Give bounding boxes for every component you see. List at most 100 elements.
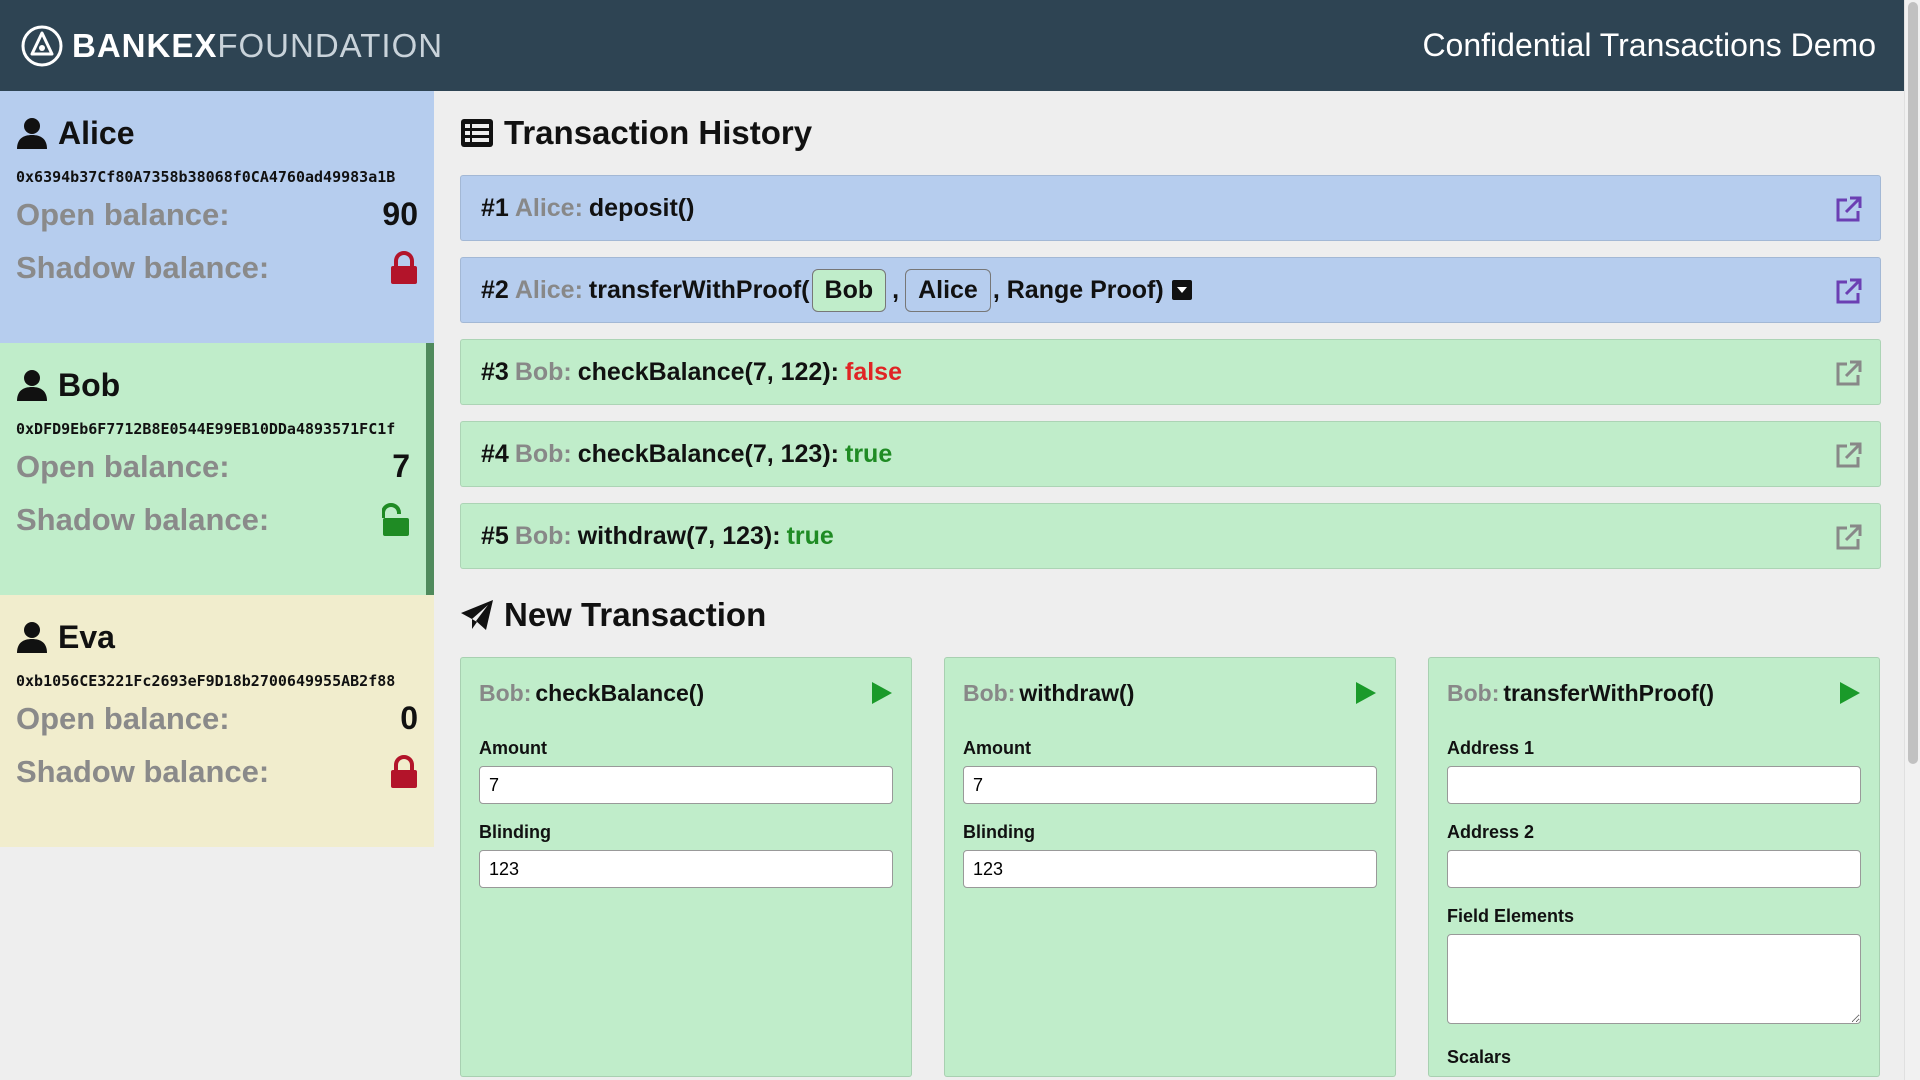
account-card-eva[interactable]: Eva 0xb1056CE3221Fc2693eF9D18b2700649955… bbox=[0, 595, 434, 847]
card-header: Bob: transferWithProof() bbox=[1447, 676, 1861, 710]
external-link-icon[interactable] bbox=[1834, 196, 1862, 224]
caret-down-icon[interactable] bbox=[1171, 280, 1192, 300]
address-1-input[interactable] bbox=[1447, 766, 1861, 804]
new-transaction-heading: New Transaction bbox=[460, 595, 1881, 635]
card-sender: Bob: bbox=[1447, 679, 1500, 706]
account-address: 0x6394b37Cf80A7358b38068f0CA4760ad49983a… bbox=[16, 168, 396, 186]
user-icon bbox=[17, 370, 47, 401]
tx-call: deposit() bbox=[588, 193, 695, 222]
tx-call: checkBalance(7, 122): bbox=[577, 357, 839, 386]
card-header: Bob: withdraw() bbox=[963, 676, 1377, 710]
address-2-label: Address 2 bbox=[1447, 822, 1535, 842]
field-elements-textarea[interactable] bbox=[1447, 934, 1861, 1024]
open-balance-label: Open balance: bbox=[16, 700, 230, 736]
tx-sender: Bob: bbox=[514, 357, 572, 386]
open-balance-row: Open balance: 90 bbox=[16, 188, 418, 241]
transaction-row[interactable]: #3 Bob: checkBalance(7, 122): false bbox=[460, 339, 1881, 405]
tx-result: false bbox=[845, 357, 902, 386]
tx-call: transferWithProof( bbox=[588, 275, 810, 304]
card-sender: Bob: bbox=[963, 679, 1016, 706]
external-link-icon[interactable] bbox=[1834, 442, 1862, 470]
account-address: 0xb1056CE3221Fc2693eF9D18b2700649955AB2f… bbox=[16, 672, 396, 690]
brand-bold: BANKEX bbox=[72, 26, 218, 64]
shadow-balance-row: Shadow balance: bbox=[16, 493, 410, 546]
blinding-input[interactable] bbox=[479, 850, 893, 888]
account-card-bob[interactable]: Bob 0xDFD9Eb6F7712B8E0544E99EB10DDa48935… bbox=[0, 343, 434, 595]
unlock-icon[interactable] bbox=[382, 502, 410, 537]
play-icon[interactable] bbox=[1355, 681, 1377, 705]
transaction-list: #1 Alice: deposit() #2 Alice: transferWi… bbox=[460, 175, 1881, 569]
amount-input[interactable] bbox=[479, 766, 893, 804]
new-transaction-cards: Bob:checkBalance() Amount Blinding Bob:w… bbox=[460, 657, 1881, 1077]
open-balance-value: 0 bbox=[400, 700, 418, 736]
tx-call: checkBalance(7, 123): bbox=[577, 439, 839, 468]
bankex-logo[interactable]: BANKEXFOUNDATION bbox=[20, 24, 443, 68]
recipient-chip-alice[interactable]: Alice bbox=[905, 268, 991, 312]
transaction-row[interactable]: #1 Alice: deposit() bbox=[460, 175, 1881, 241]
accounts-sidebar: Alice 0x6394b37Cf80A7358b38068f0CA4760ad… bbox=[0, 91, 434, 847]
play-icon[interactable] bbox=[1839, 681, 1861, 705]
play-icon[interactable] bbox=[871, 681, 893, 705]
amount-input[interactable] bbox=[963, 766, 1377, 804]
open-balance-value: 90 bbox=[382, 196, 418, 232]
blinding-input[interactable] bbox=[963, 850, 1377, 888]
card-title: Bob: checkBalance() bbox=[479, 680, 704, 707]
address-2-input[interactable] bbox=[1447, 850, 1861, 888]
page-scrollbar[interactable] bbox=[1904, 0, 1920, 1080]
withdraw-card: Bob:withdraw() Amount Blinding bbox=[944, 657, 1396, 1077]
transaction-row[interactable]: #4 Bob: checkBalance(7, 123): true bbox=[460, 421, 1881, 487]
account-name: Eva bbox=[16, 617, 418, 657]
section-title-text: Transaction History bbox=[504, 114, 813, 151]
tx-number: #5 bbox=[481, 521, 509, 550]
recipient-chip-bob[interactable]: Bob bbox=[811, 268, 887, 312]
tx-sender: Bob: bbox=[514, 521, 572, 550]
card-title: Bob: transferWithProof() bbox=[1447, 680, 1714, 707]
open-balance-value: 7 bbox=[392, 448, 410, 484]
tx-sender: Bob: bbox=[514, 439, 572, 468]
section-title-text: New Transaction bbox=[504, 596, 767, 633]
external-link-icon[interactable] bbox=[1834, 524, 1862, 552]
scrollbar-thumb[interactable] bbox=[1908, 2, 1918, 764]
app-title: Confidential Transactions Demo bbox=[1422, 27, 1876, 63]
account-name: Alice bbox=[16, 113, 418, 153]
card-method: transferWithProof() bbox=[1503, 679, 1714, 706]
card-method: checkBalance() bbox=[535, 679, 705, 706]
lock-icon[interactable] bbox=[390, 754, 418, 789]
tx-sender: Alice: bbox=[514, 193, 583, 222]
transfer-with-proof-card: Bob: transferWithProof() Address 1 Addres… bbox=[1428, 657, 1880, 1077]
shadow-balance-label: Shadow balance: bbox=[16, 249, 270, 285]
tx-sender: Alice: bbox=[514, 275, 583, 304]
transaction-row[interactable]: #5 Bob: withdraw(7, 123): true bbox=[460, 503, 1881, 569]
paper-plane-icon bbox=[461, 600, 493, 630]
tx-separator: , bbox=[892, 275, 900, 304]
account-name-text: Bob bbox=[58, 366, 121, 403]
bankex-logo-icon bbox=[21, 25, 63, 66]
open-balance-row: Open balance: 0 bbox=[16, 692, 418, 745]
tx-result: true bbox=[845, 439, 893, 468]
list-icon bbox=[461, 119, 493, 147]
lock-icon[interactable] bbox=[390, 250, 418, 285]
blinding-label: Blinding bbox=[479, 822, 551, 842]
user-icon bbox=[17, 118, 47, 149]
external-link-icon[interactable] bbox=[1834, 278, 1862, 306]
check-balance-card: Bob:checkBalance() Amount Blinding bbox=[460, 657, 912, 1077]
brand-name: BANKEXFOUNDATION bbox=[72, 27, 443, 65]
open-balance-label: Open balance: bbox=[16, 196, 230, 232]
card-sender: Bob: bbox=[479, 679, 532, 706]
account-card-alice[interactable]: Alice 0x6394b37Cf80A7358b38068f0CA4760ad… bbox=[0, 91, 434, 343]
main-content: Transaction History #1 Alice: deposit() … bbox=[460, 91, 1881, 1077]
tx-number: #4 bbox=[481, 439, 509, 468]
address-1-label: Address 1 bbox=[1447, 738, 1535, 758]
transaction-history-heading: Transaction History bbox=[460, 113, 1881, 153]
external-link-icon[interactable] bbox=[1834, 360, 1862, 388]
transaction-row[interactable]: #2 Alice: transferWithProof( Bob , Alice… bbox=[460, 257, 1881, 323]
field-elements-label: Field Elements bbox=[1447, 906, 1575, 926]
account-address: 0xDFD9Eb6F7712B8E0544E99EB10DDa4893571FC… bbox=[16, 420, 396, 438]
shadow-balance-row: Shadow balance: bbox=[16, 745, 418, 798]
tx-call-suffix: , Range Proof) bbox=[992, 275, 1164, 304]
user-icon bbox=[17, 622, 47, 653]
card-header: Bob: checkBalance() bbox=[479, 676, 893, 710]
amount-label: Amount bbox=[479, 738, 547, 758]
tx-result: true bbox=[786, 521, 834, 550]
amount-label: Amount bbox=[963, 738, 1031, 758]
